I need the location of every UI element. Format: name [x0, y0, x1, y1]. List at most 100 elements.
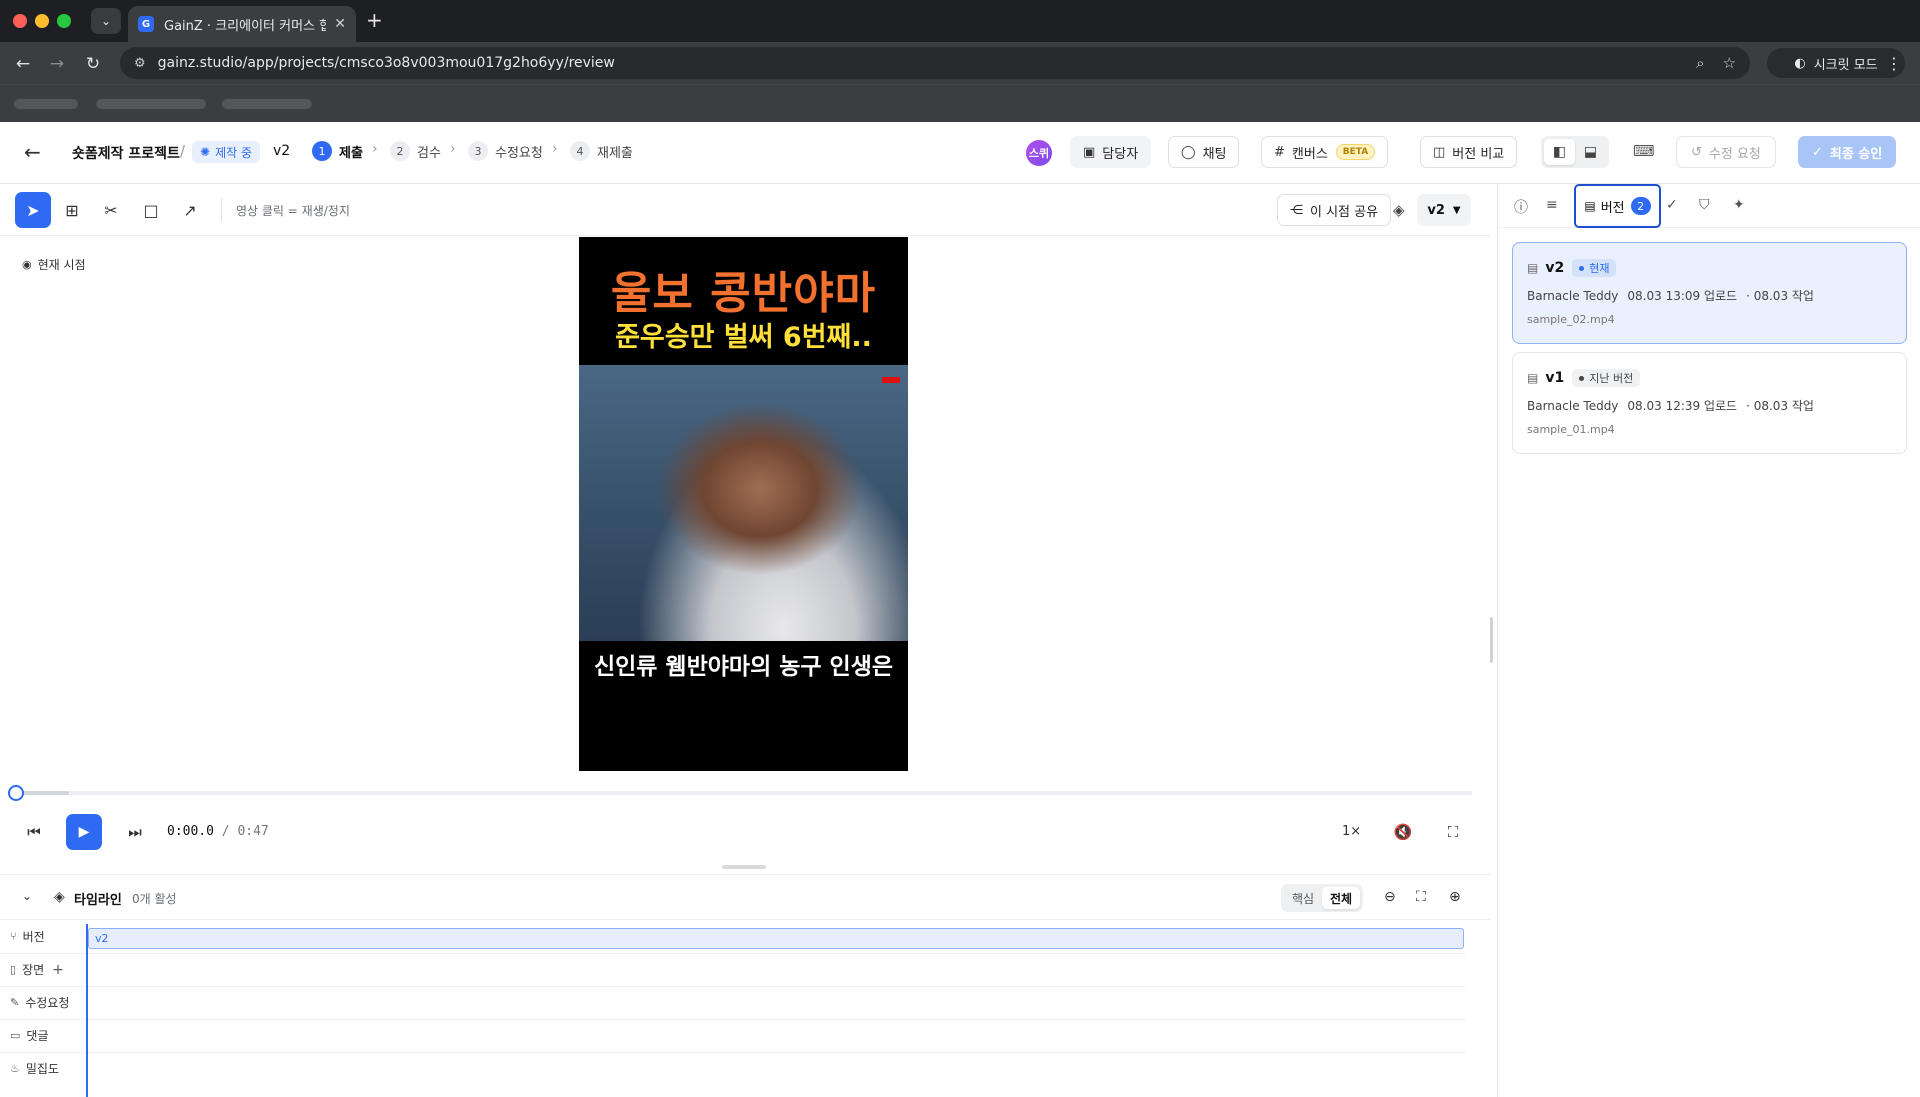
clapperboard-icon: ▤: [1527, 261, 1539, 275]
track-label-version: ⑂ 버전: [10, 930, 45, 944]
pencil-icon: ✎: [10, 996, 20, 1009]
share-moment-button[interactable]: ⋲ 이 시점 공유: [1277, 194, 1392, 226]
version-clip[interactable]: v2: [88, 928, 1464, 949]
right-panel-tabs: ⓘ ≡ ✓ ⛉ ✦: [1498, 184, 1920, 228]
time-display: 0:00.0 / 0:47: [167, 824, 269, 839]
comment-icon: ▭: [10, 1029, 21, 1042]
bookmark-icon: ▯: [10, 963, 17, 976]
playhead[interactable]: [86, 924, 88, 1097]
playback-speed-button[interactable]: 1×: [1342, 824, 1361, 839]
tab-versions[interactable]: ▤ 버전 2: [1574, 184, 1661, 228]
incognito-button[interactable]: ◐ 시크릿 모드: [1767, 48, 1905, 78]
video-subtitle-text: 준우승만 벌써 6번째..: [615, 322, 872, 353]
skip-back-icon[interactable]: ⏮: [18, 816, 50, 848]
filter-core[interactable]: 핵심: [1284, 887, 1322, 909]
video-player[interactable]: 울보 콩반야마 준우승만 벌써 6번째.. 신인류 웸반야마의 농구 인생은: [579, 237, 908, 771]
minimize-window-button[interactable]: [35, 14, 49, 28]
final-approve-button[interactable]: ✓ 최종 승인: [1798, 136, 1897, 168]
tab-search-button[interactable]: ⌄: [91, 8, 121, 34]
rectangle-icon[interactable]: □: [133, 192, 169, 228]
side-panel-layout-icon[interactable]: ◧: [1544, 139, 1575, 165]
version-file: sample_01.mp4: [1527, 423, 1615, 436]
track-label-revision: ✎ 수정요청: [10, 996, 70, 1010]
avatar[interactable]: 스퀴: [1026, 140, 1052, 166]
bookmark-item[interactable]: [96, 99, 206, 109]
fullscreen-icon[interactable]: ⛶: [1437, 816, 1469, 848]
version-file: sample_02.mp4: [1527, 313, 1615, 326]
back-arrow-icon[interactable]: ←: [24, 140, 41, 164]
step-review[interactable]: 2 검수: [390, 141, 441, 161]
live-badge: [882, 377, 900, 383]
menu-icon[interactable]: ⋮: [1886, 54, 1902, 73]
mute-icon[interactable]: 🔇: [1387, 816, 1419, 848]
editor-toolbar: ➤ ⊞ ✂ □ ↗ 영상 클릭 = 재생/정지 ⋲ 이 시점 공유 ◈ v2 ▼: [0, 184, 1490, 236]
bottom-panel-layout-icon[interactable]: ⬓: [1575, 139, 1606, 165]
arrow-icon[interactable]: ↗: [172, 192, 208, 228]
current-view-toggle[interactable]: ◉ 현재 시점: [22, 256, 86, 273]
bookmark-item[interactable]: [14, 99, 78, 109]
timeline-header: ⌄ ◈ 타임라인 0개 활성 핵심 전체 ⊖ ⛶ ⊕: [0, 874, 1490, 920]
info-icon[interactable]: ⓘ: [1514, 197, 1528, 217]
add-comment-icon[interactable]: ⊞: [54, 192, 90, 228]
new-tab-button[interactable]: +: [366, 10, 383, 30]
panel-splitter[interactable]: [1490, 617, 1493, 663]
favicon-icon: G: [138, 16, 154, 32]
version-card-v1[interactable]: ▤ v1 지난 버전 Barnacle Teddy 08.03 12:39 업로드…: [1512, 352, 1907, 454]
progress-scrubber[interactable]: [8, 785, 1472, 801]
panel-resize-handle[interactable]: [722, 865, 766, 869]
back-arrow-icon[interactable]: ←: [10, 51, 36, 77]
step-submit[interactable]: 1 제출: [312, 141, 363, 161]
layers-icon[interactable]: ◈: [1393, 201, 1405, 219]
bookmark-item[interactable]: [222, 99, 312, 109]
reload-icon[interactable]: ↻: [80, 51, 106, 77]
sparkles-icon[interactable]: ✦: [1733, 197, 1745, 213]
project-name[interactable]: 숏폼제작 프로젝트: [72, 143, 180, 163]
play-button[interactable]: ▶: [66, 814, 102, 850]
incognito-label: 시크릿 모드: [1813, 57, 1878, 73]
zoom-icon[interactable]: ⌕: [1696, 54, 1704, 72]
skip-forward-icon[interactable]: ⏭: [119, 816, 151, 848]
play-icon: ▶: [78, 824, 90, 840]
collapse-chevron-icon[interactable]: ⌄: [22, 889, 32, 903]
zoom-out-icon[interactable]: ⊖: [1384, 889, 1396, 905]
share-icon: ⋲: [1290, 202, 1303, 218]
version-compare-button[interactable]: ◫ 버전 비교: [1420, 136, 1518, 168]
version-card-v2[interactable]: ▤ v2 현재 Barnacle Teddy 08.03 13:09 업로드 · 0…: [1512, 242, 1907, 344]
check-circle-icon[interactable]: ✓: [1666, 197, 1678, 213]
keyboard-icon[interactable]: ⌨: [1633, 142, 1655, 160]
zoom-in-icon[interactable]: ⊕: [1449, 889, 1461, 905]
version-select[interactable]: v2 ▼: [1417, 194, 1471, 226]
briefcase-icon: ▣: [1083, 144, 1096, 160]
revision-request-button[interactable]: ↺ 수정 요청: [1676, 136, 1776, 168]
site-settings-icon[interactable]: ⚙: [134, 56, 146, 71]
address-bar[interactable]: ⚙ gainz.studio/app/projects/cmsco3o8v003…: [120, 47, 1750, 79]
step-revision-request[interactable]: 3 수정요청: [468, 141, 543, 161]
scissors-icon[interactable]: ✂: [93, 192, 129, 228]
maximize-window-button[interactable]: [57, 14, 71, 28]
star-icon[interactable]: ☆: [1723, 54, 1736, 72]
chat-button[interactable]: ◯ 채팅: [1168, 136, 1240, 168]
canvas-button[interactable]: # 캔버스 BETA: [1261, 136, 1389, 168]
select-tool-icon[interactable]: ➤: [15, 192, 51, 228]
close-icon[interactable]: ✕: [334, 16, 346, 32]
toolbar-divider: [221, 198, 222, 220]
step-resubmit[interactable]: 4 재제출: [570, 141, 633, 161]
scrubber-handle[interactable]: [8, 785, 24, 801]
url-text[interactable]: gainz.studio/app/projects/cmsco3o8v003mo…: [158, 55, 1678, 71]
browser-tab[interactable]: G GainZ · 크리에이터 커머스 협업 C ✕: [128, 6, 356, 42]
frame-icon: #: [1274, 144, 1285, 160]
version-name: v1: [1545, 370, 1565, 386]
add-scene-button[interactable]: +: [52, 962, 64, 978]
assignee-button[interactable]: ▣ 담당자: [1070, 136, 1152, 168]
track-divider: [0, 1019, 1466, 1020]
filter-icon[interactable]: ≡: [1546, 197, 1558, 213]
shield-icon[interactable]: ⛉: [1699, 197, 1710, 213]
chevron-down-icon: ▼: [1452, 204, 1461, 216]
close-window-button[interactable]: [13, 14, 27, 28]
columns-icon: ◫: [1433, 144, 1446, 160]
filter-all[interactable]: 전체: [1322, 887, 1360, 909]
forward-arrow-icon[interactable]: →: [44, 51, 70, 77]
chevron-right-icon: ›: [450, 141, 456, 157]
fit-icon[interactable]: ⛶: [1416, 889, 1426, 905]
version-meta: Barnacle Teddy 08.03 12:39 업로드 · 08.03 작업: [1527, 399, 1814, 413]
